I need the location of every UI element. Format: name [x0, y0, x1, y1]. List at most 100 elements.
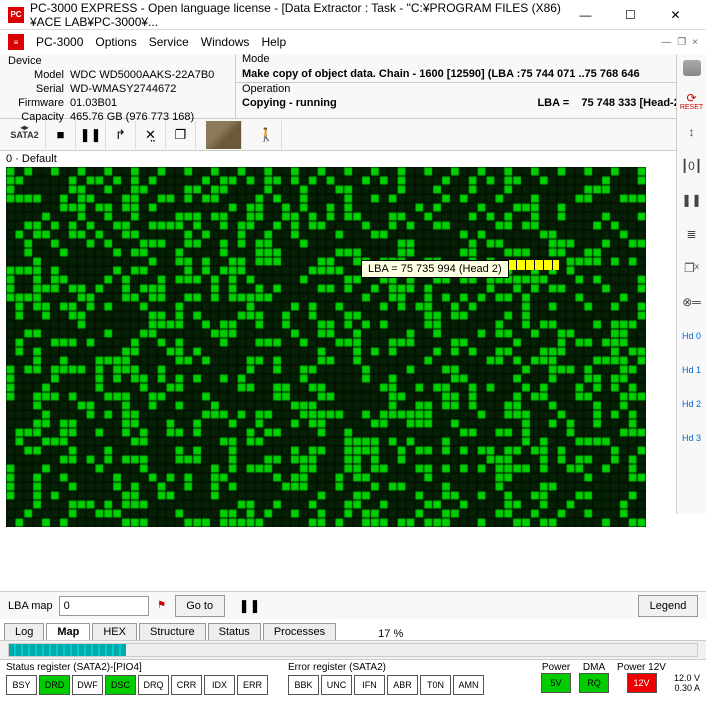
menu-pc3000[interactable]: PC-3000	[36, 35, 83, 49]
mode-text: Make copy of object data. Chain - 1600 […	[236, 66, 706, 83]
app-icon: PC	[8, 7, 24, 23]
status-bit-err: ERR	[237, 675, 268, 695]
mdi-close-icon[interactable]: ×	[692, 37, 698, 48]
operation-header: Operation	[236, 83, 706, 95]
log-icon[interactable]: ≣	[680, 222, 704, 246]
map-label: 0 · Default	[0, 151, 706, 167]
error-bit-abr: ABR	[387, 675, 418, 695]
tab-processes[interactable]: Processes	[263, 623, 336, 640]
copy-windows-button[interactable]: ❐	[166, 121, 196, 149]
app-icon-small: ≡	[8, 34, 24, 50]
status-bit-crr: CRR	[171, 675, 202, 695]
error-register-group: Error register (SATA2) BBKUNCIFNABRT0NAM…	[288, 662, 484, 699]
error-bit-amn: AMN	[453, 675, 484, 695]
status-bit-dsc: DSC	[105, 675, 136, 695]
device-header: Device	[8, 55, 227, 67]
menu-service[interactable]: Service	[149, 35, 189, 49]
power-12v-box: 12V	[627, 673, 657, 693]
model-value: WDC WD5000AAKS-22A7B0	[70, 68, 214, 82]
bookmark-icon[interactable]: ⚑	[155, 599, 169, 613]
close-button[interactable]: ✕	[653, 1, 698, 29]
pause-side-button[interactable]: ❚❚	[680, 188, 704, 212]
goto-button[interactable]: Go to	[175, 595, 225, 617]
status-row: Status register (SATA2)-[PIO4] BSYDRDDWF…	[0, 659, 706, 701]
legend-button[interactable]: Legend	[638, 595, 698, 617]
hd3-button[interactable]: Hd 3	[680, 426, 704, 450]
window-title: PC-3000 EXPRESS - Open language license …	[30, 1, 563, 29]
stop-button[interactable]: ■	[46, 121, 76, 149]
model-label: Model	[8, 68, 64, 82]
toolbar: SATA2 ■ ❚❚ ↱ ✕̤ ❐ 🚶	[0, 119, 706, 151]
hd1-button[interactable]: Hd 1	[680, 358, 704, 382]
map-controls: LBA map ⚑ Go to ❚❚ Legend	[0, 591, 706, 619]
serial-label: Serial	[8, 82, 64, 96]
tab-log[interactable]: Log	[4, 623, 44, 640]
lba-input[interactable]	[59, 596, 149, 616]
lba-label: LBA =	[537, 97, 569, 109]
power-group: Power5V DMARQ Power 12V12V 12.0 V0.30 A	[541, 662, 700, 699]
tab-structure[interactable]: Structure	[139, 623, 206, 640]
map-area: 0 · Default LBA = 75 735 994 (Head 2)	[0, 151, 706, 591]
ruler-icon[interactable]: ┃0┃	[680, 154, 704, 178]
progress-percent: 17 %	[378, 628, 403, 640]
status-bit-dwf: DWF	[72, 675, 103, 695]
error-bit-ifn: IFN	[354, 675, 385, 695]
head-select-icon[interactable]: ↕	[680, 120, 704, 144]
export-button[interactable]: ↱	[106, 121, 136, 149]
device-panel: Device Model WDC WD5000AAKS-22A7B0 Serial…	[0, 54, 236, 118]
operation-status: Copying - running	[242, 97, 337, 109]
exclude-icon[interactable]: ⊗═	[680, 290, 704, 314]
pause-icon[interactable]: ❚❚	[239, 598, 261, 614]
status-bit-bsy: BSY	[6, 675, 37, 695]
walk-icon: 🚶	[252, 121, 282, 149]
firmware-value: 01.03B01	[70, 96, 117, 110]
error-bit-unc: UNC	[321, 675, 352, 695]
info-row: Device Model WDC WD5000AAKS-22A7B0 Serial…	[0, 54, 706, 119]
sector-grid[interactable]: LBA = 75 735 994 (Head 2)	[6, 167, 646, 527]
error-register-title: Error register (SATA2)	[288, 662, 484, 673]
tab-status[interactable]: Status	[208, 623, 261, 640]
tab-map[interactable]: Map	[46, 623, 90, 640]
reset-button[interactable]: ⟳RESET	[680, 86, 704, 110]
drive-icon[interactable]	[683, 60, 701, 76]
mdi-restore-icon[interactable]: ❐	[677, 37, 686, 48]
hd0-button[interactable]: Hd 0	[680, 324, 704, 348]
power-amps: 0.30 A	[674, 683, 700, 693]
status-register-title: Status register (SATA2)-[PIO4]	[6, 662, 268, 673]
status-bit-drq: DRQ	[138, 675, 169, 695]
firmware-label: Firmware	[8, 96, 64, 110]
power-rq-box: RQ	[579, 673, 609, 693]
grid-tooltip: LBA = 75 735 994 (Head 2)	[361, 260, 509, 278]
menu-options[interactable]: Options	[95, 35, 136, 49]
status-bit-idx: IDX	[204, 675, 235, 695]
power-volts: 12.0 V	[674, 673, 700, 683]
window-titlebar: PC PC-3000 EXPRESS - Open language licen…	[0, 0, 706, 30]
tab-hex[interactable]: HEX	[92, 623, 137, 640]
error-bit-t0n: T0N	[420, 675, 451, 695]
sata-port-button[interactable]: SATA2	[4, 121, 46, 149]
pause-button[interactable]: ❚❚	[76, 121, 106, 149]
menu-bar: ≡ PC-3000 Options Service Windows Help —…	[0, 30, 706, 54]
preview-button[interactable]	[206, 121, 242, 149]
power-5v-box: 5V	[541, 673, 571, 693]
progress-bar	[8, 643, 698, 657]
mode-panel: Mode Make copy of object data. Chain - 1…	[236, 54, 706, 118]
maximize-button[interactable]: ☐	[608, 1, 653, 29]
status-register-group: Status register (SATA2)-[PIO4] BSYDRDDWF…	[6, 662, 268, 699]
mdi-minimize-icon[interactable]: —	[661, 37, 671, 48]
progress-fill	[9, 644, 126, 656]
minimize-button[interactable]: —	[563, 1, 608, 29]
hd2-button[interactable]: Hd 2	[680, 392, 704, 416]
tab-row: Log Map HEX Structure Status Processes 1…	[0, 619, 706, 641]
side-toolbar: ⟳RESET ↕ ┃0┃ ❚❚ ≣ ❐ˣ ⊗═ Hd 0 Hd 1 Hd 2 H…	[676, 54, 706, 514]
serial-value: WD-WMASY2744672	[70, 82, 176, 96]
menu-windows[interactable]: Windows	[201, 35, 250, 49]
lbamap-label: LBA map	[8, 600, 53, 612]
main-area: 0 · Default LBA = 75 735 994 (Head 2)	[0, 151, 706, 591]
error-bit-bbk: BBK	[288, 675, 319, 695]
windows-icon[interactable]: ❐ˣ	[680, 256, 704, 280]
status-bit-drd: DRD	[39, 675, 70, 695]
mode-header: Mode	[236, 53, 706, 65]
tools-button[interactable]: ✕̤	[136, 121, 166, 149]
menu-help[interactable]: Help	[261, 35, 286, 49]
